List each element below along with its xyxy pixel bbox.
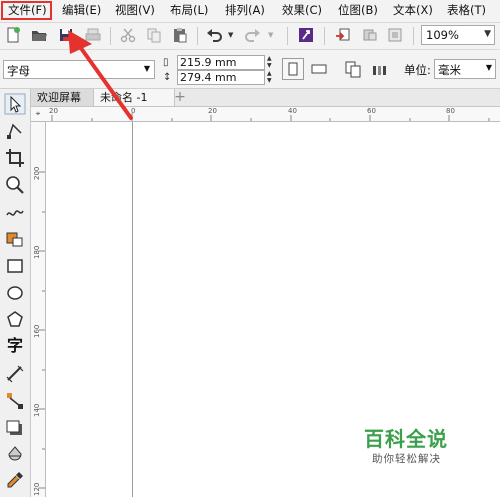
all-pages-button[interactable] — [342, 58, 364, 80]
eyedropper-tool-icon[interactable] — [4, 469, 26, 491]
ruler-origin-icon[interactable]: ⌖ — [31, 107, 46, 122]
open-folder-icon[interactable] — [30, 26, 48, 44]
unit-value: 毫米 — [438, 63, 461, 77]
application-launcher-icon[interactable] — [386, 26, 404, 44]
chevron-down-icon: ▼ — [485, 63, 492, 72]
save-icon[interactable] — [57, 26, 75, 44]
zoom-level-select[interactable]: 109% ▼ — [421, 25, 495, 45]
watermark-logo: 百科全说 助你轻松解决 — [360, 423, 470, 468]
landscape-button[interactable] — [308, 58, 330, 80]
parallel-dimension-tool-icon[interactable] — [4, 363, 26, 385]
height-spinner-icon[interactable]: ▲ ▼ — [267, 70, 275, 85]
standard-toolbar: ▼ ▼ 109% ▼ — [0, 23, 500, 50]
watermark-subtitle: 助你轻松解决 — [372, 453, 441, 465]
vertical-ruler-ticks — [39, 171, 45, 489]
page-border — [132, 122, 133, 497]
rectangle-tool-icon[interactable] — [4, 255, 26, 277]
menu-text[interactable]: 文本(X) — [390, 2, 436, 19]
new-document-icon[interactable] — [4, 26, 22, 44]
pick-tool-icon[interactable] — [4, 93, 26, 115]
vertical-ruler[interactable]: 200 180 160 140 120 — [31, 122, 46, 497]
page-height-icon: ↕ — [163, 72, 172, 83]
menu-bitmaps[interactable]: 位图(B) — [335, 2, 381, 19]
portrait-button[interactable] — [282, 58, 304, 80]
menu-edit[interactable]: 编辑(E) — [59, 2, 104, 19]
horizontal-ruler-ticks — [51, 113, 490, 121]
shape-tool-icon[interactable] — [4, 120, 26, 142]
redo-dropdown-icon[interactable]: ▼ — [268, 31, 273, 39]
unit-label: 单位: — [404, 63, 431, 77]
menu-effects[interactable]: 效果(C) — [279, 2, 325, 19]
current-page-button[interactable] — [369, 58, 391, 80]
landscape-icon — [311, 64, 327, 74]
menu-arrange[interactable]: 排列(A) — [222, 2, 268, 19]
toolbar-separator — [110, 27, 111, 45]
property-bar: 字母 ▼ ▯ 215.9 mm ▲ ▼ ↕ 279.4 mm ▲ ▼ 单位: 毫米 … — [0, 50, 500, 89]
page-height-input[interactable]: 279.4 mm — [177, 70, 265, 85]
page-width-icon: ▯ — [163, 57, 169, 68]
toolbar-separator — [413, 27, 414, 45]
width-spinner-icon[interactable]: ▲ ▼ — [267, 55, 275, 70]
undo-dropdown-icon[interactable]: ▼ — [228, 31, 233, 39]
watermark-title: 百科全说 — [364, 427, 448, 451]
undo-icon[interactable] — [205, 26, 223, 44]
toolbar-separator — [197, 27, 198, 45]
toolbox: 字 — [0, 89, 31, 497]
ellipse-tool-icon[interactable] — [4, 282, 26, 304]
file-menu-highlight-box — [1, 1, 52, 20]
cut-icon[interactable] — [119, 26, 137, 44]
publish-icon[interactable] — [361, 26, 379, 44]
freehand-tool-icon[interactable] — [4, 201, 26, 223]
menu-bar: 文件(F) 编辑(E) 视图(V) 布局(L) 排列(A) 效果(C) 位图(B… — [0, 0, 500, 23]
zoom-tool-icon[interactable] — [4, 174, 26, 196]
copy-icon[interactable] — [145, 26, 163, 44]
all-pages-icon — [345, 61, 361, 78]
paste-icon[interactable] — [171, 26, 189, 44]
page-size-select[interactable]: 字母 ▼ — [3, 60, 155, 79]
chevron-down-icon: ▼ — [143, 64, 150, 73]
redo-icon[interactable] — [244, 26, 262, 44]
connector-tool-icon[interactable] — [4, 390, 26, 412]
toolbar-separator — [324, 27, 325, 45]
menu-view[interactable]: 视图(V) — [112, 2, 158, 19]
transparency-tool-icon[interactable] — [4, 444, 26, 466]
portrait-icon — [288, 62, 298, 76]
smart-fill-tool-icon[interactable] — [4, 228, 26, 250]
export-icon[interactable] — [334, 26, 352, 44]
tab-untitled-document[interactable]: 未命名 -1 — [93, 89, 175, 106]
polygon-tool-icon[interactable] — [4, 309, 26, 331]
document-tabs: 欢迎屏幕 未命名 -1 + — [31, 89, 500, 107]
current-page-icon — [373, 66, 386, 75]
page-width-input[interactable]: 215.9 mm — [177, 55, 265, 70]
add-tab-icon[interactable]: + — [171, 89, 189, 106]
print-icon[interactable] — [84, 26, 102, 44]
menu-layout[interactable]: 布局(L) — [167, 2, 211, 19]
menu-table[interactable]: 表格(T) — [444, 2, 489, 19]
toolbar-separator — [287, 27, 288, 45]
unit-select[interactable]: 毫米 ▼ — [434, 59, 496, 79]
page-size-value: 字母 — [7, 64, 30, 78]
text-tool-icon[interactable]: 字 — [4, 335, 26, 357]
zoom-level-value: 109% — [426, 28, 459, 42]
import-icon[interactable] — [297, 26, 315, 44]
drop-shadow-tool-icon[interactable] — [4, 417, 26, 439]
crop-tool-icon[interactable] — [4, 147, 26, 169]
horizontal-ruler[interactable]: 20 0 20 40 60 80 — [45, 107, 500, 122]
chevron-down-icon: ▼ — [484, 29, 491, 39]
